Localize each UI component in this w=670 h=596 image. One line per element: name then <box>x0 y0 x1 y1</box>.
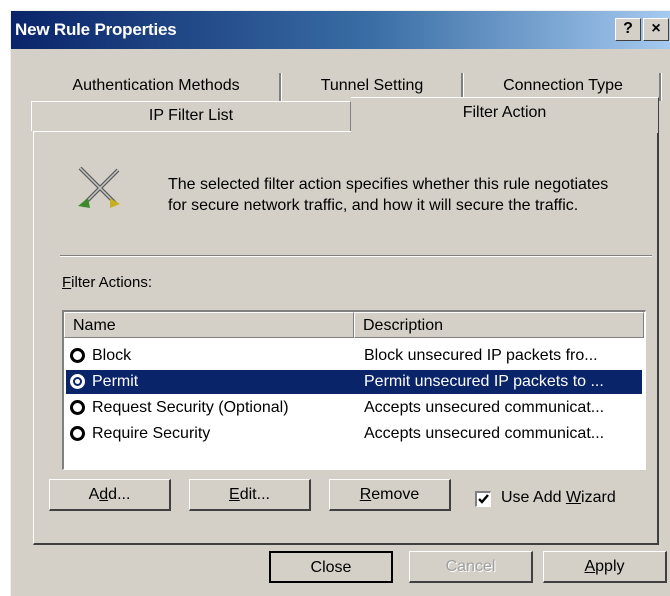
list-item-name: Request Security (Optional) <box>92 399 289 416</box>
list-item-name: Block <box>92 347 132 364</box>
tab-authentication-methods[interactable]: Authentication Methods <box>33 69 279 103</box>
list-item-description: Accepts unsecured communicat... <box>364 425 605 442</box>
use-wizard-label-accel: W <box>565 489 582 506</box>
edit-button[interactable]: Edit... <box>189 479 311 511</box>
list-item-description: Accepts unsecured communicat... <box>364 399 605 416</box>
title-bar[interactable]: New Rule Properties ? × <box>11 11 670 49</box>
filter-actions-label-accel: F <box>62 274 72 291</box>
intro-line-1: The selected filter action specifies whe… <box>168 176 609 193</box>
use-add-wizard-checkbox[interactable] <box>475 491 491 507</box>
add-button-label-pre: A <box>88 486 100 503</box>
checkmark-icon <box>478 494 489 504</box>
close-window-button[interactable]: × <box>643 18 669 41</box>
filter-actions-list[interactable]: Name Description Block Block unsecured I… <box>62 310 646 470</box>
intro-line-2: for secure network traffic, and how it w… <box>168 197 579 214</box>
remove-button[interactable]: Remove <box>329 479 451 511</box>
use-wizard-label-post: izard <box>581 489 616 506</box>
edit-button-label-accel: E <box>229 486 240 503</box>
filter-actions-label-rest: ilter Actions: <box>71 274 153 291</box>
close-button[interactable]: Close <box>269 551 393 583</box>
add-button-label-post: d... <box>108 486 131 503</box>
radio-button[interactable] <box>70 426 85 441</box>
help-button[interactable]: ? <box>615 18 641 41</box>
filter-actions-label: Filter Actions: <box>62 274 152 291</box>
add-button[interactable]: Add... <box>49 479 171 511</box>
tab-divider <box>279 73 282 101</box>
apply-button-label-rest: pply <box>595 558 625 575</box>
cancel-button[interactable]: Cancel <box>409 551 533 583</box>
dialog-window: New Rule Properties ? × Authentication M… <box>10 10 670 596</box>
list-item-permit[interactable]: Permit Permit unsecured IP packets to ..… <box>66 370 642 394</box>
apply-button[interactable]: Apply <box>543 551 667 583</box>
radio-dot-icon <box>75 379 80 384</box>
window-title: New Rule Properties <box>15 20 177 39</box>
column-header-description[interactable]: Description <box>354 312 644 338</box>
radio-button[interactable] <box>70 400 85 415</box>
add-button-label-accel: d <box>99 486 109 503</box>
remove-button-label-post: emove <box>371 486 420 503</box>
tab-filter-action[interactable]: Filter Action <box>351 97 659 133</box>
separator-line <box>60 255 652 257</box>
tab-divider <box>659 73 662 101</box>
list-item-name: Require Security <box>92 425 211 442</box>
radio-button-selected[interactable] <box>70 374 85 389</box>
list-item-description: Permit unsecured IP packets to ... <box>364 373 604 390</box>
use-wizard-label-pre: Use Add <box>501 489 566 506</box>
edit-button-label-post: dit... <box>239 486 270 503</box>
use-add-wizard-label[interactable]: Use Add Wizard <box>501 489 616 507</box>
column-header-name[interactable]: Name <box>64 312 354 338</box>
list-item-name: Permit <box>92 373 139 390</box>
tab-ip-filter-list[interactable]: IP Filter List <box>31 101 351 131</box>
intro-description: The selected filter action specifies whe… <box>168 174 658 216</box>
list-item-description: Block unsecured IP packets fro... <box>364 347 598 364</box>
radio-button[interactable] <box>70 348 85 363</box>
filter-action-icon <box>78 166 120 208</box>
list-item-block[interactable]: Block Block unsecured IP packets fro... <box>66 344 642 368</box>
list-item-require-security[interactable]: Require Security Accepts unsecured commu… <box>66 422 642 446</box>
apply-button-label-accel: A <box>584 558 596 575</box>
list-item-request-security[interactable]: Request Security (Optional) Accepts unse… <box>66 396 642 420</box>
remove-button-label-accel: R <box>359 486 372 503</box>
